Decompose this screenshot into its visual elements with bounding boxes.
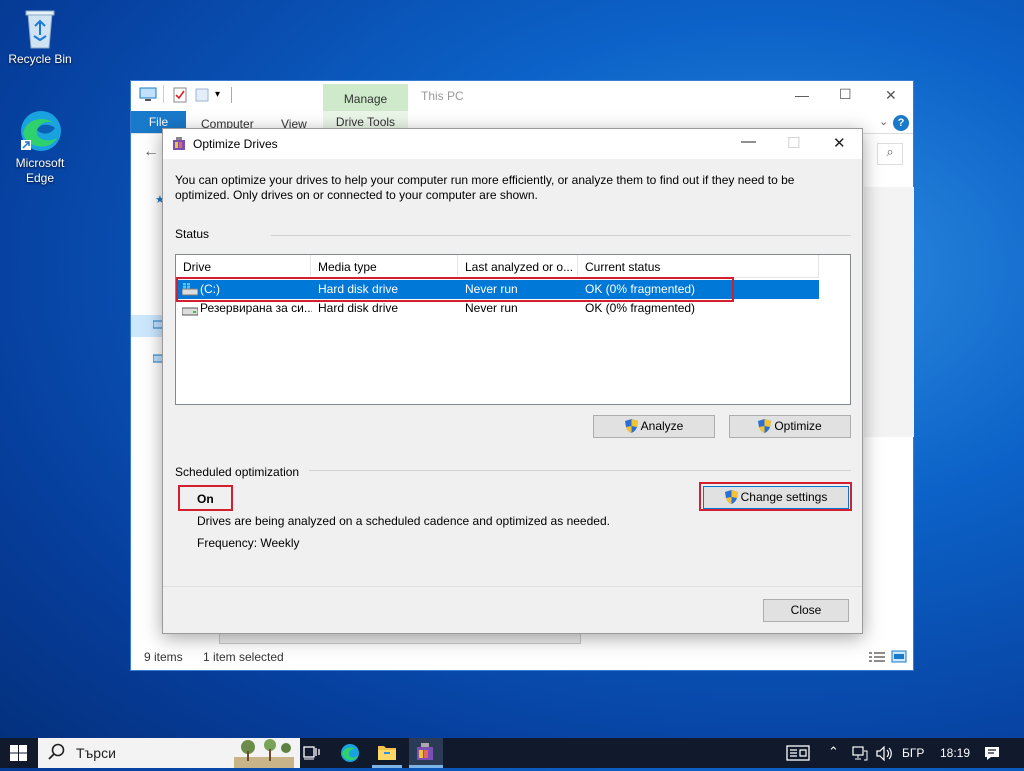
notifications-icon[interactable] [984,746,1000,764]
maximize-icon[interactable]: ☐ [839,86,852,103]
desktop-icon-recycle-bin[interactable]: Recycle Bin [0,6,80,66]
close-icon[interactable]: ✕ [885,87,897,104]
schedule-frequency: Frequency: Weekly [197,536,300,550]
column-header-media-type[interactable]: Media type [311,255,458,277]
language-indicator[interactable]: БГР [902,746,924,760]
explorer-title: This PC [421,89,464,103]
status-selection: 1 item selected [203,650,284,664]
drive-current-status: OK (0% fragmented) [585,301,696,315]
drive-last-analyzed: Never run [465,301,518,315]
analyze-label: Analyze [640,419,684,433]
drive-media-type: Hard disk drive [318,282,399,296]
search-placeholder: Търси [76,745,116,761]
scheduled-section-label: Scheduled optimization [175,465,300,479]
close-icon[interactable]: ✕ [833,134,846,152]
status-section-label: Status [175,227,210,241]
uac-shield-icon [758,419,772,440]
change-settings-label: Change settings [740,490,828,504]
desktop-icon-edge[interactable]: Microsoft Edge [0,108,80,186]
drive-last-analyzed: Never run [465,282,518,296]
divider [163,85,164,103]
task-view-icon[interactable] [303,745,321,764]
drive-name: (C:) [200,282,220,296]
section-divider [271,235,851,236]
dialog-title: Optimize Drives [193,137,278,151]
explorer-statusbar: 9 items 1 item selected [131,646,913,670]
defrag-app-icon [172,137,186,151]
divider [231,87,232,103]
drive-name: Резервирана за си... [200,301,312,315]
drives-list[interactable]: Drive Media type Last analyzed or o... C… [175,254,851,405]
hard-drive-icon [182,303,198,322]
news-widget-icon[interactable] [786,745,810,764]
edge-taskbar-icon[interactable] [340,743,360,763]
taskbar-search-box[interactable]: Търси [38,738,300,768]
drive-current-status: OK (0% fragmented) [585,282,696,296]
schedule-description: Drives are being analyzed on a scheduled… [197,514,610,528]
windows-start-icon[interactable] [10,745,27,764]
optimize-drives-dialog[interactable]: Optimize Drives — ☐ ✕ You can optimize y… [162,128,863,634]
taskbar: Търси ⌃ БГР 18:19 [0,738,1024,768]
help-icon[interactable]: ? [893,115,909,131]
uac-shield-icon [624,419,638,440]
dialog-footer [163,586,862,633]
explorer-content-edge [219,633,581,644]
details-pane [864,187,914,437]
network-status-icon[interactable] [852,746,868,764]
search-icon[interactable]: ⌕ [877,143,903,165]
column-header-drive[interactable]: Drive [176,255,311,277]
schedule-state: On [197,492,214,506]
dialog-titlebar[interactable]: Optimize Drives — ☐ ✕ [163,129,862,159]
section-divider [309,470,851,471]
optimize-button[interactable]: Optimize [729,415,851,438]
drive-row-c[interactable]: (C:) Hard disk drive Never run OK (0% fr… [177,280,819,299]
desktop-icon-label: Recycle Bin [8,52,72,66]
edge-icon [17,108,63,154]
desktop-icon-label: Microsoft Edge [15,156,65,185]
explorer-titlebar[interactable]: ▾ Manage This PC — ☐ ✕ [131,81,913,111]
computer-icon [139,87,157,106]
nav-pane-selected[interactable] [131,315,164,337]
drives-list-header: Drive Media type Last analyzed or o... C… [176,255,819,278]
details-view-icon[interactable] [869,651,885,666]
large-icons-view-icon[interactable] [891,650,907,666]
drive-row-reserved[interactable]: Резервирана за си... Hard disk drive Nev… [177,299,819,318]
status-item-count: 9 items [144,650,183,664]
defrag-taskbar-icon[interactable] [416,743,436,763]
analyze-button[interactable]: Analyze [593,415,715,438]
tab-manage[interactable]: Manage [323,84,408,111]
clock[interactable]: 18:19 [940,746,970,760]
search-icon [48,743,66,764]
column-header-last-analyzed[interactable]: Last analyzed or o... [458,255,578,277]
file-explorer-icon[interactable] [377,743,397,763]
search-highlight-icon [234,739,294,771]
change-settings-button[interactable]: Change settings [703,486,849,509]
properties-icon[interactable] [173,87,187,106]
drive-media-type: Hard disk drive [318,301,399,315]
quick-access-dropdown-icon[interactable]: ▾ [215,89,220,100]
dialog-description: You can optimize your drives to help you… [175,173,795,202]
close-button[interactable]: Close [763,599,849,622]
show-hidden-icons-icon[interactable]: ⌃ [828,744,839,760]
maximize-icon: ☐ [787,135,801,152]
recycle-bin-icon [20,6,60,50]
new-folder-icon[interactable] [195,88,209,105]
column-header-current-status[interactable]: Current status [578,255,819,277]
volume-icon[interactable] [876,745,894,764]
uac-shield-icon [724,490,738,511]
minimize-icon[interactable]: — [795,87,809,103]
minimize-icon[interactable]: — [741,133,756,150]
optimize-label: Optimize [774,419,822,433]
back-arrow-icon[interactable]: ← [143,143,159,161]
ribbon-expand-icon[interactable]: ⌄ [879,115,888,128]
